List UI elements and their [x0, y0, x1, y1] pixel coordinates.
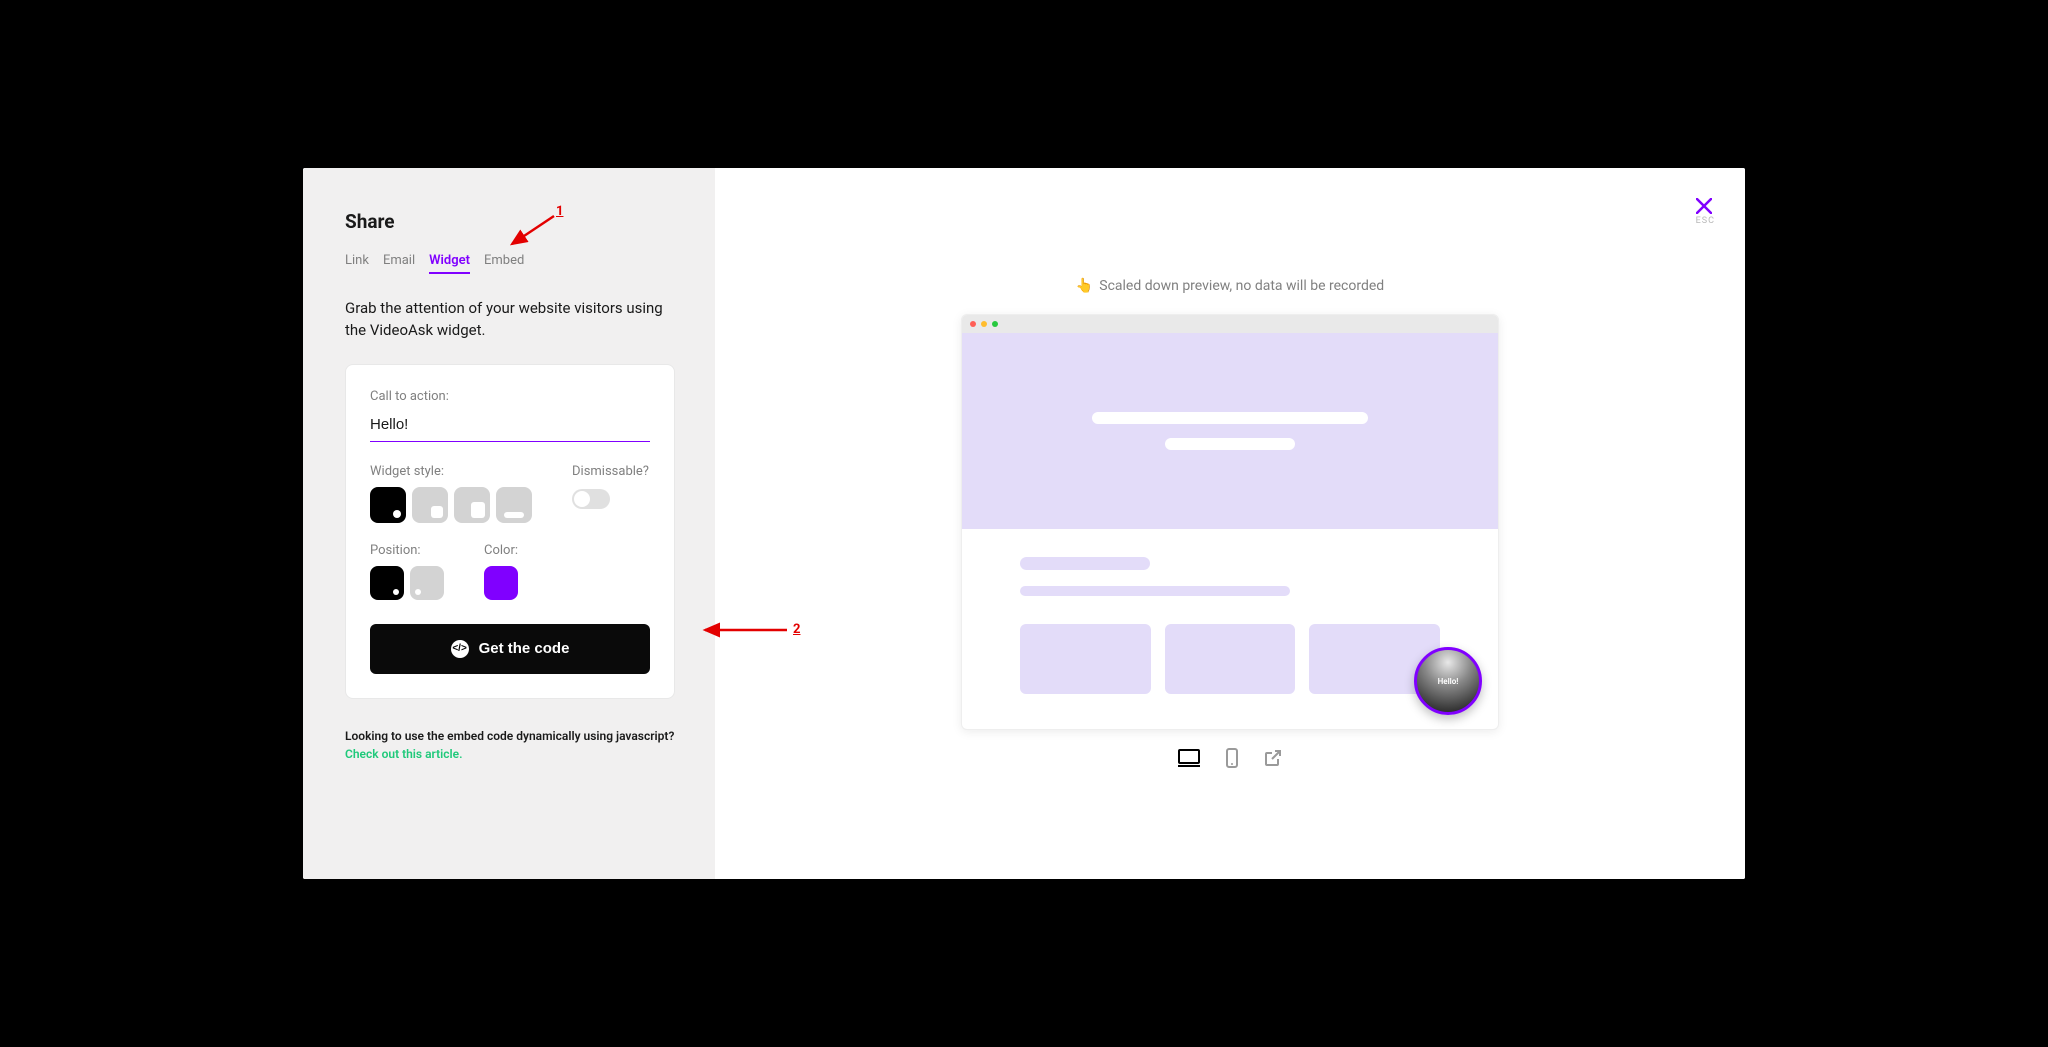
- share-modal: Share Link Email Widget Embed Grab the a…: [303, 168, 1745, 879]
- share-tabs: Link Email Widget Embed: [345, 253, 675, 274]
- placeholder-bar: [1020, 586, 1290, 596]
- style-circle[interactable]: [370, 487, 406, 523]
- code-icon: </>: [451, 640, 469, 658]
- dismissable-label: Dismissable?: [572, 464, 649, 479]
- position-label: Position:: [370, 543, 444, 558]
- traffic-light-max-icon: [992, 321, 998, 327]
- tab-link[interactable]: Link: [345, 253, 369, 274]
- tab-email[interactable]: Email: [383, 253, 415, 274]
- color-picker[interactable]: [484, 566, 518, 600]
- tab-embed[interactable]: Embed: [484, 253, 524, 274]
- esc-label: ESC: [1696, 216, 1715, 226]
- mobile-icon[interactable]: [1226, 748, 1238, 772]
- dismissable-toggle[interactable]: [572, 489, 610, 509]
- position-bottom-left[interactable]: [410, 566, 444, 600]
- traffic-light-min-icon: [981, 321, 987, 327]
- footnote-link[interactable]: Check out this article.: [345, 747, 463, 761]
- style-square-large[interactable]: [454, 487, 490, 523]
- hand-point-icon: 👆: [1076, 278, 1093, 294]
- get-the-code-label: Get the code: [479, 640, 570, 657]
- preview-hero: [962, 333, 1498, 529]
- preview-caption: 👆 Scaled down preview, no data will be r…: [1076, 278, 1384, 294]
- color-label: Color:: [484, 543, 518, 558]
- window-bar: [962, 315, 1498, 333]
- open-external-icon[interactable]: [1264, 749, 1282, 771]
- page-title: Share: [345, 210, 675, 233]
- device-switcher: [1178, 748, 1282, 772]
- placeholder-card: [1020, 624, 1151, 694]
- cta-label: Call to action:: [370, 389, 650, 404]
- placeholder-card: [1165, 624, 1296, 694]
- footnote-prefix: Looking to use the embed code dynamicall…: [345, 729, 674, 743]
- placeholder-bar: [1165, 438, 1295, 450]
- widget-bubble-text: Hello!: [1438, 677, 1459, 686]
- share-config-pane: Share Link Email Widget Embed Grab the a…: [303, 168, 715, 879]
- desktop-icon[interactable]: [1178, 749, 1200, 771]
- position-options: [370, 566, 444, 600]
- widget-style-label: Widget style:: [370, 464, 532, 479]
- preview-pane: ESC 👆 Scaled down preview, no data will …: [715, 168, 1745, 879]
- placeholder-bar: [1092, 412, 1368, 424]
- close-icon: [1696, 198, 1712, 214]
- style-bar[interactable]: [496, 487, 532, 523]
- position-bottom-right[interactable]: [370, 566, 404, 600]
- preview-window: Hello!: [961, 314, 1499, 730]
- placeholder-bar: [1020, 557, 1150, 570]
- footnote: Looking to use the embed code dynamicall…: [345, 727, 675, 763]
- close-button[interactable]: ESC: [1696, 198, 1715, 226]
- tab-widget[interactable]: Widget: [429, 253, 470, 274]
- get-the-code-button[interactable]: </> Get the code: [370, 624, 650, 674]
- widget-preview-bubble[interactable]: Hello!: [1414, 647, 1482, 715]
- intro-text: Grab the attention of your website visit…: [345, 298, 675, 342]
- widget-config-card: Call to action: Widget style: Dismissa: [345, 364, 675, 699]
- style-square-small[interactable]: [412, 487, 448, 523]
- traffic-light-close-icon: [970, 321, 976, 327]
- widget-style-options: [370, 487, 532, 523]
- cta-input[interactable]: [370, 410, 650, 442]
